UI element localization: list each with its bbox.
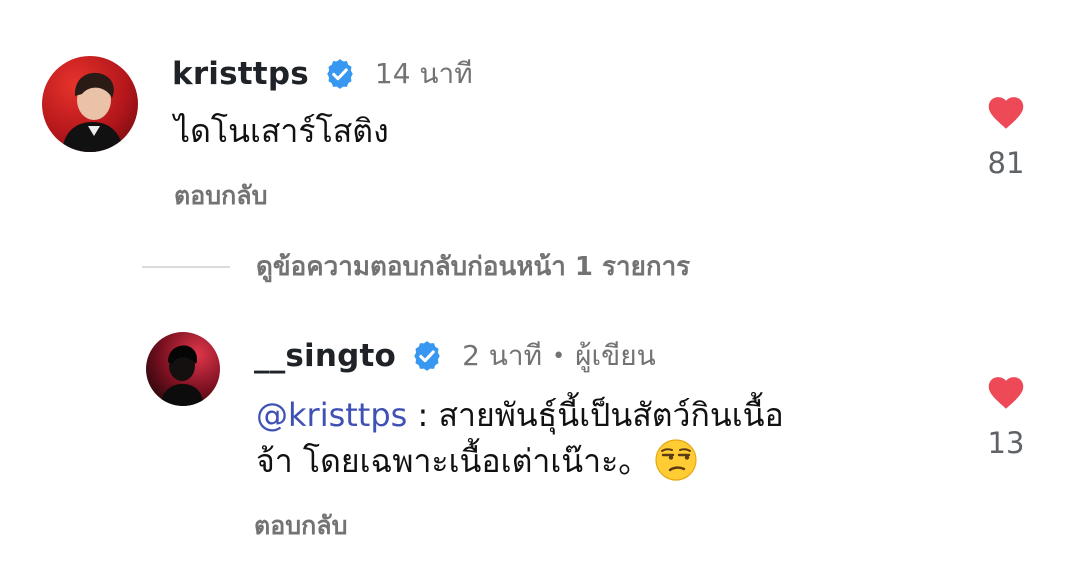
reply-button[interactable]: ตอบกลับ — [174, 176, 267, 216]
unamused-face-emoji — [655, 439, 697, 481]
heart-icon[interactable] — [985, 372, 1027, 410]
comment-text-line-1: @kristtps : สายพันธุ์นี้เป็นสัตว์กินเนื้… — [256, 392, 784, 438]
comment-text: @kristtps : สายพันธุ์นี้เป็นสัตว์กินเนื้… — [256, 392, 784, 484]
reply-button[interactable]: ตอบกลับ — [254, 506, 347, 546]
comment-text-line-2: จ้า โดยเฉพาะเนื้อเต่าเน๊าะ。 — [256, 438, 784, 484]
comment-username[interactable]: __singto — [254, 338, 396, 374]
author-badge: ผู้เขียน — [575, 339, 656, 372]
comment-text: ไดโนเสาร์โสติง — [174, 112, 389, 150]
like-group: 81 — [976, 92, 1036, 180]
like-count: 13 — [987, 426, 1025, 460]
comment-text-segment: จ้า โดยเฉพาะเนื้อเต่าเน๊าะ。 — [256, 442, 651, 480]
comment-timestamp: 2 นาที — [462, 339, 543, 372]
heart-icon[interactable] — [985, 92, 1027, 130]
user-avatar-photo — [42, 56, 138, 152]
meta-separator: • — [552, 343, 566, 369]
avatar[interactable] — [42, 56, 138, 152]
view-previous-replies[interactable]: ดูข้อความตอบกลับก่อนหน้า 1 รายการ — [142, 246, 690, 287]
like-count: 81 — [987, 146, 1025, 180]
comment-timestamp: 14 นาที — [374, 57, 473, 90]
like-group: 13 — [976, 372, 1036, 460]
avatar[interactable] — [146, 332, 220, 406]
mention-link[interactable]: @kristtps — [256, 396, 407, 434]
comment-username[interactable]: kristtps — [172, 56, 309, 92]
verified-badge-icon — [414, 341, 440, 371]
user-avatar-photo — [146, 332, 220, 406]
thread-line — [142, 265, 230, 268]
verified-badge-icon — [327, 59, 353, 89]
view-replies-label: ดูข้อความตอบกลับก่อนหน้า 1 รายการ — [256, 252, 691, 282]
comment-text-segment: : สายพันธุ์นี้เป็นสัตว์กินเนื้อ — [407, 396, 784, 434]
